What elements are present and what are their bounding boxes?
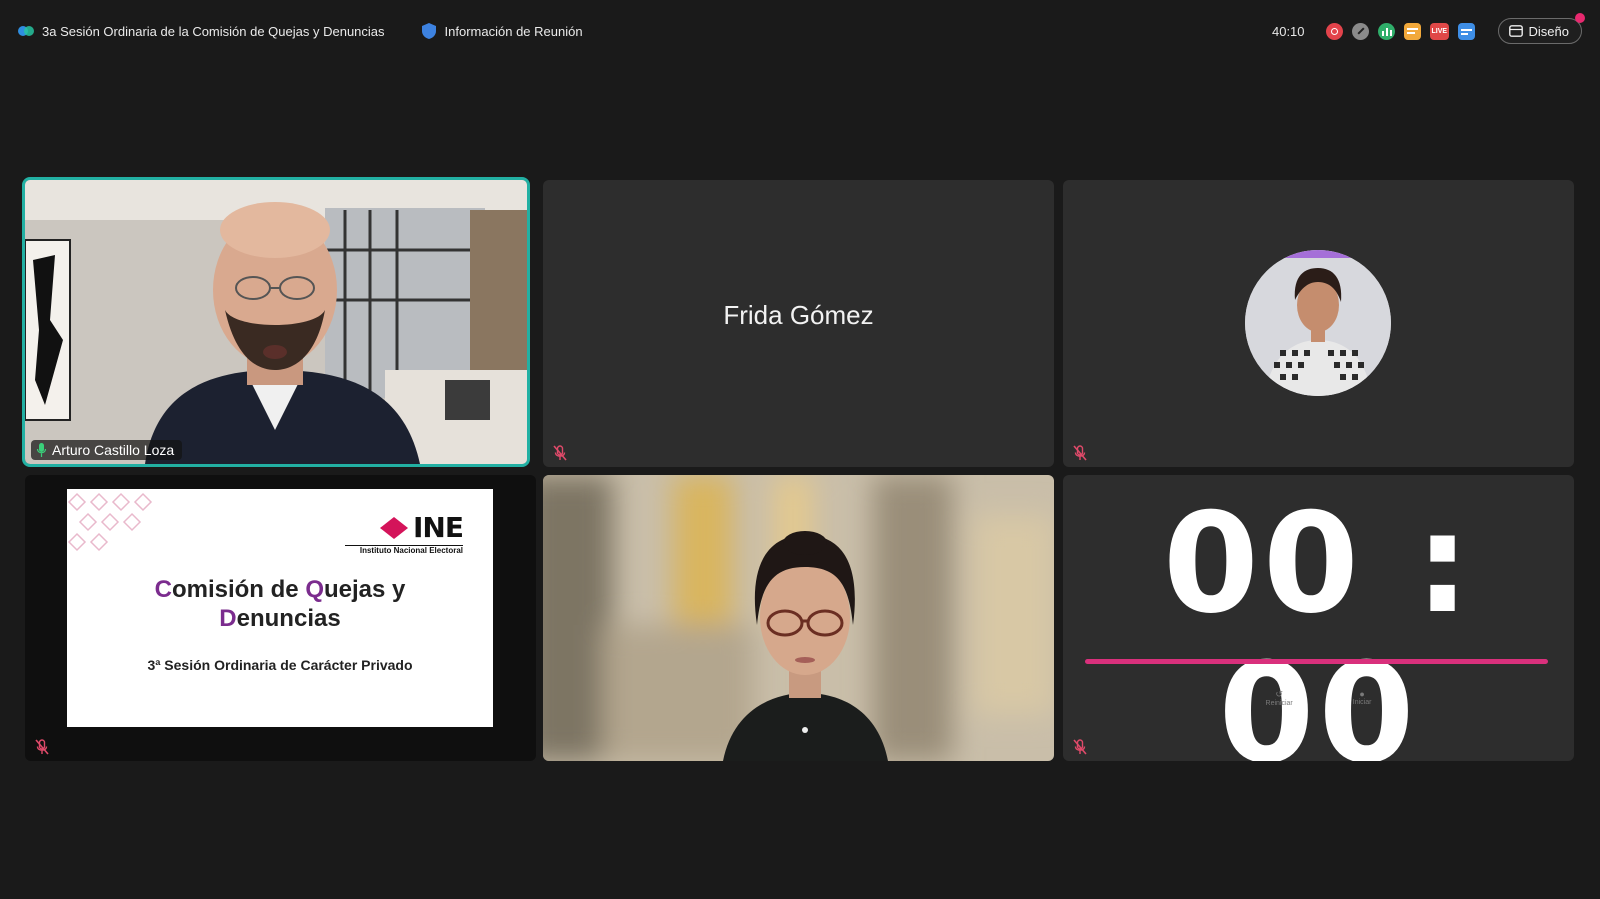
countdown-display: 00 : 00 <box>1162 483 1475 762</box>
slide-subtitle: 3ª Sesión Ordinaria de Carácter Privado <box>147 657 413 673</box>
layout-button[interactable]: Diseño <box>1497 13 1585 44</box>
record-icon[interactable] <box>1325 22 1343 40</box>
screen-share-tile[interactable]: INE Instituto Nacional Electoral Comisió… <box>25 475 536 761</box>
meeting-title: 3a Sesión Ordinaria de la Comisión de Qu… <box>42 23 385 39</box>
pencil-icon[interactable] <box>1351 22 1369 40</box>
mic-on-icon <box>37 443 46 457</box>
mic-off-icon <box>1073 445 1087 461</box>
participant-name-tag: Arturo Castillo Loza <box>31 440 183 460</box>
meeting-info-link[interactable]: Información de Reunión <box>445 24 583 39</box>
slide-title: Comisión de Quejas y Denuncias <box>154 576 406 632</box>
chat-icon[interactable] <box>1403 22 1421 40</box>
live-icon[interactable]: LIVE <box>1429 22 1449 40</box>
shield-icon[interactable] <box>421 22 437 40</box>
start-icon: ● <box>1359 689 1365 699</box>
ine-logo: INE Instituto Nacional Electoral <box>345 511 464 555</box>
countdown-timer-tile[interactable]: 00 : 00 ↺ Reiniciar ● Iniciar <box>1063 475 1574 761</box>
video-tile-avatar[interactable] <box>1063 180 1574 467</box>
meeting-header: 3a Sesión Ordinaria de la Comisión de Qu… <box>0 0 1600 62</box>
stats-icon[interactable] <box>1377 22 1395 40</box>
mic-off-icon <box>553 445 567 461</box>
countdown-progress-bar <box>1085 659 1548 664</box>
notification-dot <box>1575 13 1585 23</box>
meeting-timer: 40:10 <box>1271 23 1305 39</box>
layout-label: Diseño <box>1528 23 1569 39</box>
participant-name: Arturo Castillo Loza <box>52 442 175 458</box>
countdown-start-button[interactable]: ● Iniciar <box>1353 689 1372 707</box>
video-tile-active-speaker[interactable]: Arturo Castillo Loza <box>22 177 530 467</box>
slide-pattern-decoration <box>67 492 153 552</box>
app-logo-icon <box>18 26 34 36</box>
participant-video <box>543 475 1054 761</box>
share-icon[interactable] <box>1457 22 1475 40</box>
countdown-reset-button[interactable]: ↺ Reiniciar <box>1266 689 1293 707</box>
presentation-slide: INE Instituto Nacional Electoral Comisió… <box>67 489 493 727</box>
mic-off-icon <box>35 739 49 755</box>
speaker-video <box>25 180 527 464</box>
video-tile-frida[interactable]: Frida Gómez <box>543 180 1054 467</box>
reset-icon: ↺ <box>1275 689 1283 699</box>
layout-grid-icon <box>1508 25 1523 37</box>
ine-diamond-icon <box>380 516 409 539</box>
participant-name-center: Frida Gómez <box>723 300 874 330</box>
mic-off-icon <box>1073 739 1087 755</box>
video-tile-participant[interactable] <box>543 475 1054 761</box>
participant-avatar <box>1245 250 1391 396</box>
